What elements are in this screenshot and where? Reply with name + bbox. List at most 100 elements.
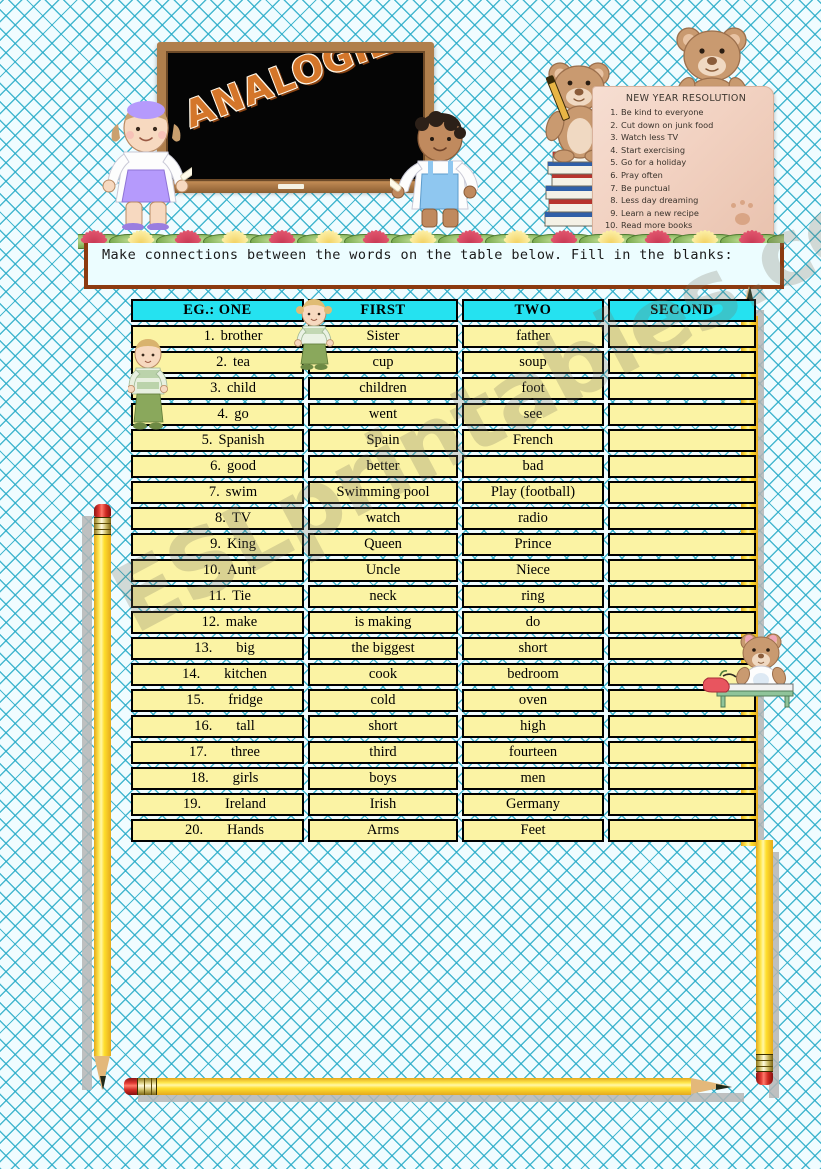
cell-first: is making [308, 611, 458, 634]
row-index: 11. [208, 588, 227, 604]
cell-one: 5. Spanish [131, 429, 304, 452]
apple-icon [702, 677, 730, 693]
table-row: 1. brother Sister father [131, 325, 756, 348]
cell-first: third [308, 741, 458, 764]
cell-second-answer-blank[interactable] [608, 403, 756, 426]
resolution-item-number: 7. [610, 182, 618, 193]
cell-one: 7. swim [131, 481, 304, 504]
row-index: 6. [210, 458, 221, 474]
cell-one-value: Ireland [224, 796, 267, 812]
cell-two: father [462, 325, 604, 348]
cell-one-value: child [227, 380, 256, 396]
row-index: 2. [216, 354, 228, 370]
cell-one-value: TV [231, 510, 252, 526]
cell-second-answer-blank[interactable] [608, 767, 756, 790]
cell-one-value: make [225, 614, 258, 630]
resolution-item: 1. Be kind to everyone [603, 106, 767, 119]
cell-one-value: Aunt [227, 562, 256, 578]
row-index: 7. [208, 484, 220, 500]
cell-first: the biggest [308, 637, 458, 660]
cell-two: fourteen [462, 741, 604, 764]
resolution-item-number: 2. [610, 119, 618, 130]
cell-two: Niece [462, 559, 604, 582]
cell-second-answer-blank[interactable] [608, 325, 756, 348]
cell-second-answer-blank[interactable] [608, 377, 756, 400]
cell-second-answer-blank[interactable] [608, 793, 756, 816]
column-header-one: EG.: ONE [131, 299, 304, 322]
row-index: 8. [214, 510, 226, 526]
header-artwork: ANALOGIES NEW YEAR RESOLUTION 1. Be kind… [0, 0, 821, 250]
paw-toe-icon [731, 203, 736, 208]
analogy-table-wrapper: EG.: ONE FIRST TWO SECOND 1. brother Siste… [127, 296, 756, 845]
instruction-bar: Make connections between the words on th… [84, 243, 784, 289]
cell-one-value: tall [236, 718, 255, 734]
table-row: 14. kitchen cook bedroom [131, 663, 756, 686]
cell-first: cook [308, 663, 458, 686]
cell-second-answer-blank[interactable] [608, 429, 756, 452]
small-boy-clipart-icon [128, 339, 168, 430]
cell-two: do [462, 611, 604, 634]
cell-one: 8. TV [131, 507, 304, 530]
resolution-item: 3. Watch less TV [603, 131, 767, 144]
cell-first: Spain [308, 429, 458, 452]
resolution-item: 5. Go for a holiday [603, 156, 767, 169]
resolution-item-number: 5. [610, 157, 618, 168]
resolution-item-text: Pray often [621, 169, 663, 180]
table-row: 8. TV watch radio [131, 507, 756, 530]
cell-two: oven [462, 689, 604, 712]
cell-one: 16. tall [131, 715, 304, 738]
cell-one-value: good [227, 458, 256, 474]
cell-one: 17. three [131, 741, 304, 764]
chalkboard-surface: ANALOGIES [166, 51, 425, 181]
table-row: 3. child children foot [131, 377, 756, 400]
chalk-icon [278, 184, 304, 189]
cell-second-answer-blank[interactable] [608, 507, 756, 530]
resolution-item: 2. Cut down on junk food [603, 119, 767, 132]
cell-second-answer-blank[interactable] [608, 533, 756, 556]
resolution-title: NEW YEAR RESOLUTION [625, 93, 747, 104]
row-index: 16. [194, 718, 213, 734]
pencil-icon [756, 840, 779, 1102]
cell-two: radio [462, 507, 604, 530]
cell-one-value: tea [233, 354, 250, 370]
row-index: 4. [217, 406, 229, 422]
table-row: 16. tall short high [131, 715, 756, 738]
cell-first: Queen [308, 533, 458, 556]
row-index: 10. [202, 562, 221, 578]
cell-two: foot [462, 377, 604, 400]
page-title: ANALOGIES [178, 53, 423, 137]
small-girl-clipart-icon [294, 299, 334, 370]
cell-one: 6. good [131, 455, 304, 478]
cell-second-answer-blank[interactable] [608, 481, 756, 504]
cell-one-value: girls [232, 770, 259, 786]
column-header-two: TWO [462, 299, 604, 322]
cell-second-answer-blank[interactable] [608, 585, 756, 608]
cell-two: Feet [462, 819, 604, 842]
cell-second-answer-blank[interactable] [608, 351, 756, 374]
row-index: 18. [190, 770, 209, 786]
cell-second-answer-blank[interactable] [608, 819, 756, 842]
cell-first: short [308, 715, 458, 738]
resolution-item: 4. Start exercising [603, 144, 767, 157]
cell-one: 18. girls [131, 767, 304, 790]
table-row: 5. Spanish Spain French [131, 429, 756, 452]
table-header-row: EG.: ONE FIRST TWO SECOND [131, 299, 756, 322]
cell-two: see [462, 403, 604, 426]
cell-first: went [308, 403, 458, 426]
row-index: 14. [182, 666, 201, 682]
resolution-item-text: Go for a holiday [621, 157, 687, 168]
cell-second-answer-blank[interactable] [608, 715, 756, 738]
table-row: 4. go went see [131, 403, 756, 426]
cell-one-value: three [231, 744, 260, 760]
cell-one: 15. fridge [131, 689, 304, 712]
cell-first: watch [308, 507, 458, 530]
table-row: 10. Aunt Uncle Niece [131, 559, 756, 582]
cell-second-answer-blank[interactable] [608, 455, 756, 478]
cell-one-value: go [234, 406, 249, 422]
cell-second-answer-blank[interactable] [608, 559, 756, 582]
row-index: 19. [182, 796, 202, 812]
table-row: 13. big the biggest short [131, 637, 756, 660]
cell-first: boys [308, 767, 458, 790]
row-index: 13. [194, 640, 213, 656]
cell-second-answer-blank[interactable] [608, 741, 756, 764]
